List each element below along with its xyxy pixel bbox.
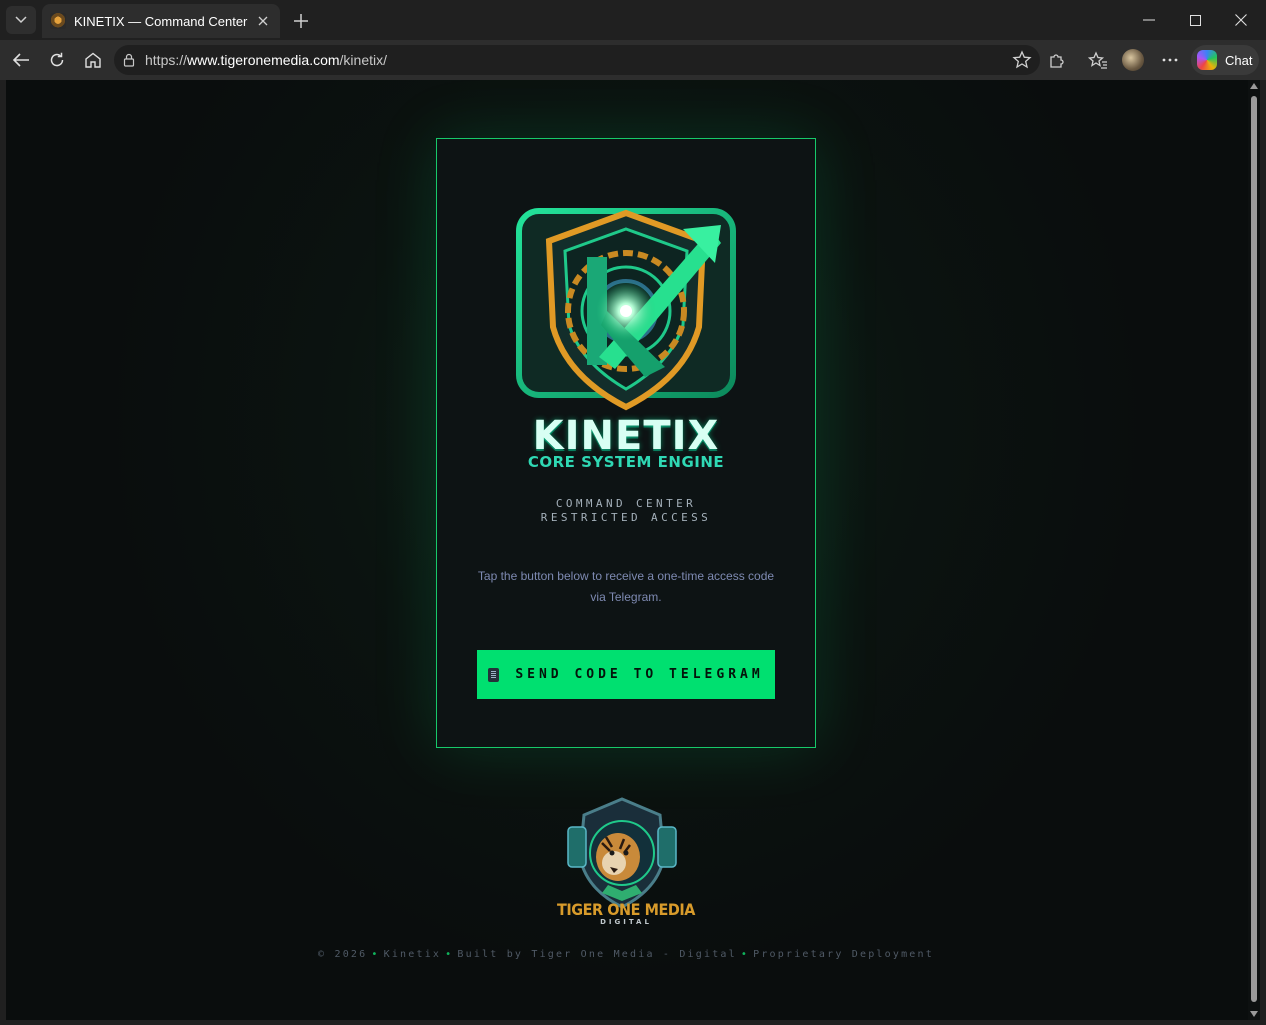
maximize-icon bbox=[1189, 14, 1201, 26]
heading-line-2: RESTRICTED ACCESS bbox=[540, 511, 712, 524]
send-code-label: SEND CODE TO TELEGRAM bbox=[515, 667, 764, 682]
scroll-up-arrow-icon[interactable] bbox=[1250, 83, 1258, 89]
puzzle-icon bbox=[1050, 54, 1064, 68]
footer-separator: • bbox=[740, 949, 750, 960]
info-text: Tap the button below to receive a one-ti… bbox=[477, 569, 775, 604]
footer-deployment: Proprietary Deployment bbox=[753, 949, 934, 960]
phone-icon bbox=[488, 667, 500, 682]
tab-title: KINETIX — Command Center bbox=[74, 13, 248, 29]
favorite-star-icon[interactable] bbox=[1012, 50, 1032, 70]
copilot-chat-button[interactable]: Chat bbox=[1191, 45, 1259, 75]
home-icon bbox=[85, 52, 101, 68]
favorites-button[interactable] bbox=[1083, 45, 1113, 75]
footer-product: Kinetix bbox=[383, 949, 442, 960]
extensions-button[interactable] bbox=[1042, 45, 1072, 75]
vertical-scrollbar[interactable] bbox=[1248, 80, 1260, 1020]
kinetix-shield-logo-icon bbox=[516, 208, 736, 411]
new-tab-button[interactable] bbox=[288, 8, 314, 34]
refresh-icon bbox=[50, 52, 64, 67]
favorites-list-icon bbox=[1088, 51, 1107, 69]
back-button[interactable] bbox=[6, 45, 36, 75]
url-host: www.tigeronemedia.com bbox=[187, 52, 340, 68]
page-footer: © 2026 • Kinetix • Built by Tiger One Media … bbox=[6, 949, 1246, 960]
maximize-button[interactable] bbox=[1172, 0, 1218, 40]
chat-label: Chat bbox=[1225, 52, 1253, 68]
send-code-button[interactable]: SEND CODE TO TELEGRAM bbox=[477, 650, 775, 699]
tab-kinetix[interactable]: KINETIX — Command Center bbox=[42, 4, 280, 38]
copilot-icon bbox=[1197, 50, 1217, 70]
tiger-one-media-title: TIGER ONE MEDIA bbox=[557, 900, 695, 919]
footer-built-by: Built by Tiger One Media - Digital bbox=[457, 949, 737, 960]
plus-icon bbox=[294, 14, 308, 28]
url-scheme: https:// bbox=[145, 52, 188, 68]
chevron-down-icon bbox=[15, 16, 27, 24]
tiger-one-media-subtitle: DIGITAL bbox=[600, 918, 652, 926]
address-bar[interactable]: https://www.tigeronemedia.com/kinetix/ bbox=[114, 45, 1040, 75]
lock-icon bbox=[123, 53, 135, 67]
close-icon bbox=[258, 16, 268, 26]
tab-actions-button[interactable] bbox=[6, 6, 36, 34]
browser-window: KINETIX — Command Center https://www.tig… bbox=[0, 0, 1266, 1025]
minimize-button[interactable] bbox=[1126, 0, 1172, 40]
scroll-down-arrow-icon[interactable] bbox=[1250, 1011, 1258, 1017]
refresh-button[interactable] bbox=[42, 45, 72, 75]
tab-close-button[interactable] bbox=[254, 12, 272, 30]
scrollbar-thumb[interactable] bbox=[1251, 96, 1257, 1002]
close-icon bbox=[1235, 14, 1247, 26]
brand-subtitle: CORE SYSTEM ENGINE bbox=[527, 453, 725, 471]
minimize-icon bbox=[1143, 19, 1155, 21]
more-menu-button[interactable] bbox=[1155, 45, 1185, 75]
arrow-left-icon bbox=[12, 53, 29, 67]
footer-separator: • bbox=[371, 949, 380, 960]
page-viewport: KINETIX CORE SYSTEM ENGINE COMMAND CENTE… bbox=[6, 80, 1260, 1020]
heading-line-1: COMMAND CENTER bbox=[555, 497, 697, 510]
tiger-one-media-logo-icon bbox=[567, 797, 677, 909]
login-card: KINETIX CORE SYSTEM ENGINE COMMAND CENTE… bbox=[436, 138, 816, 748]
navigation-bar: https://www.tigeronemedia.com/kinetix/ C… bbox=[0, 40, 1266, 80]
profile-avatar[interactable] bbox=[1122, 49, 1144, 71]
more-dots-icon bbox=[1162, 58, 1178, 62]
footer-copyright: © 2026 bbox=[318, 949, 368, 960]
close-window-button[interactable] bbox=[1218, 0, 1264, 40]
footer-separator: • bbox=[445, 949, 454, 960]
tiger-favicon-icon bbox=[50, 13, 66, 29]
tab-bar: KINETIX — Command Center bbox=[0, 0, 1266, 40]
url-path: /kinetix/ bbox=[339, 52, 388, 68]
url-text: https://www.tigeronemedia.com/kinetix/ bbox=[145, 52, 387, 68]
home-button[interactable] bbox=[78, 45, 108, 75]
